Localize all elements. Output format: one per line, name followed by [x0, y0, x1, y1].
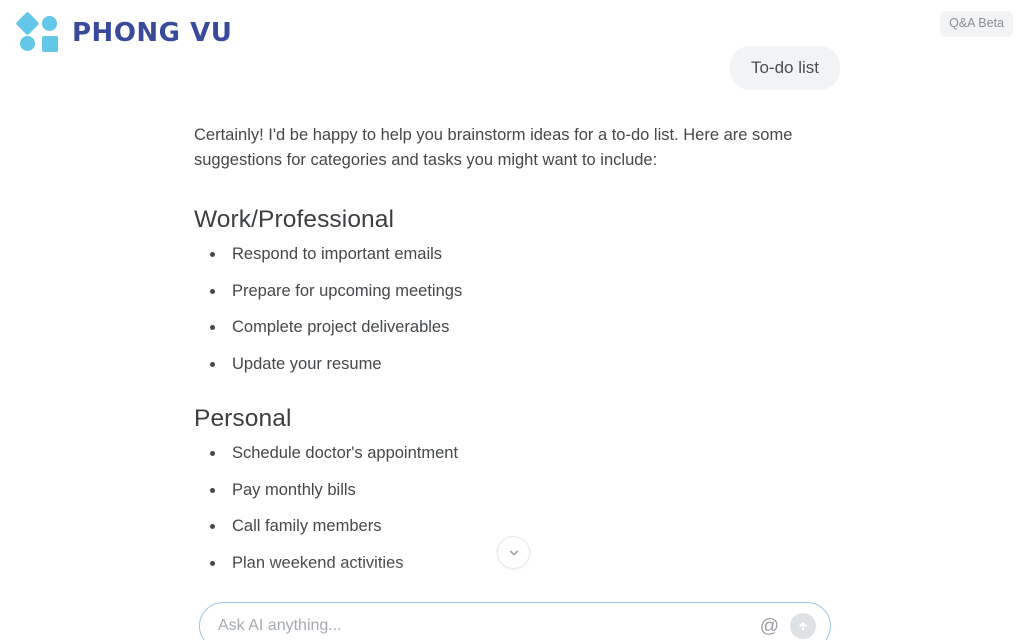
status-badge: Q&A Beta — [940, 11, 1013, 37]
section-work-professional: Work/Professional Respond to important e… — [194, 206, 824, 372]
section-heading: Personal — [194, 405, 292, 433]
user-message-row: To-do list — [0, 46, 1024, 90]
list-item: Schedule doctor's appointment — [194, 445, 824, 462]
chevron-down-icon — [509, 550, 518, 555]
list-item: Update your resume — [194, 356, 824, 373]
message-composer[interactable]: @ — [199, 602, 831, 640]
send-button[interactable] — [790, 613, 816, 639]
logo-diamond-shape — [15, 11, 40, 36]
at-sign-icon[interactable]: @ — [754, 617, 785, 636]
assistant-intro-text: Certainly! I'd be happy to help you brai… — [194, 126, 793, 169]
chat-input[interactable] — [218, 603, 754, 640]
task-list: Respond to important emails Prepare for … — [194, 246, 824, 372]
section-heading: Work/Professional — [194, 206, 395, 233]
list-item: Prepare for upcoming meetings — [194, 283, 824, 300]
list-item: Respond to important emails — [194, 246, 824, 263]
arrow-up-icon — [799, 622, 807, 631]
list-item: Pay monthly bills — [194, 482, 824, 499]
user-message-bubble: To-do list — [729, 46, 840, 90]
list-item: Complete project deliverables — [194, 319, 824, 336]
logo-circle-top-right-shape — [42, 16, 57, 31]
scroll-to-bottom-button[interactable] — [497, 536, 530, 569]
list-item: Call family members — [194, 518, 824, 535]
